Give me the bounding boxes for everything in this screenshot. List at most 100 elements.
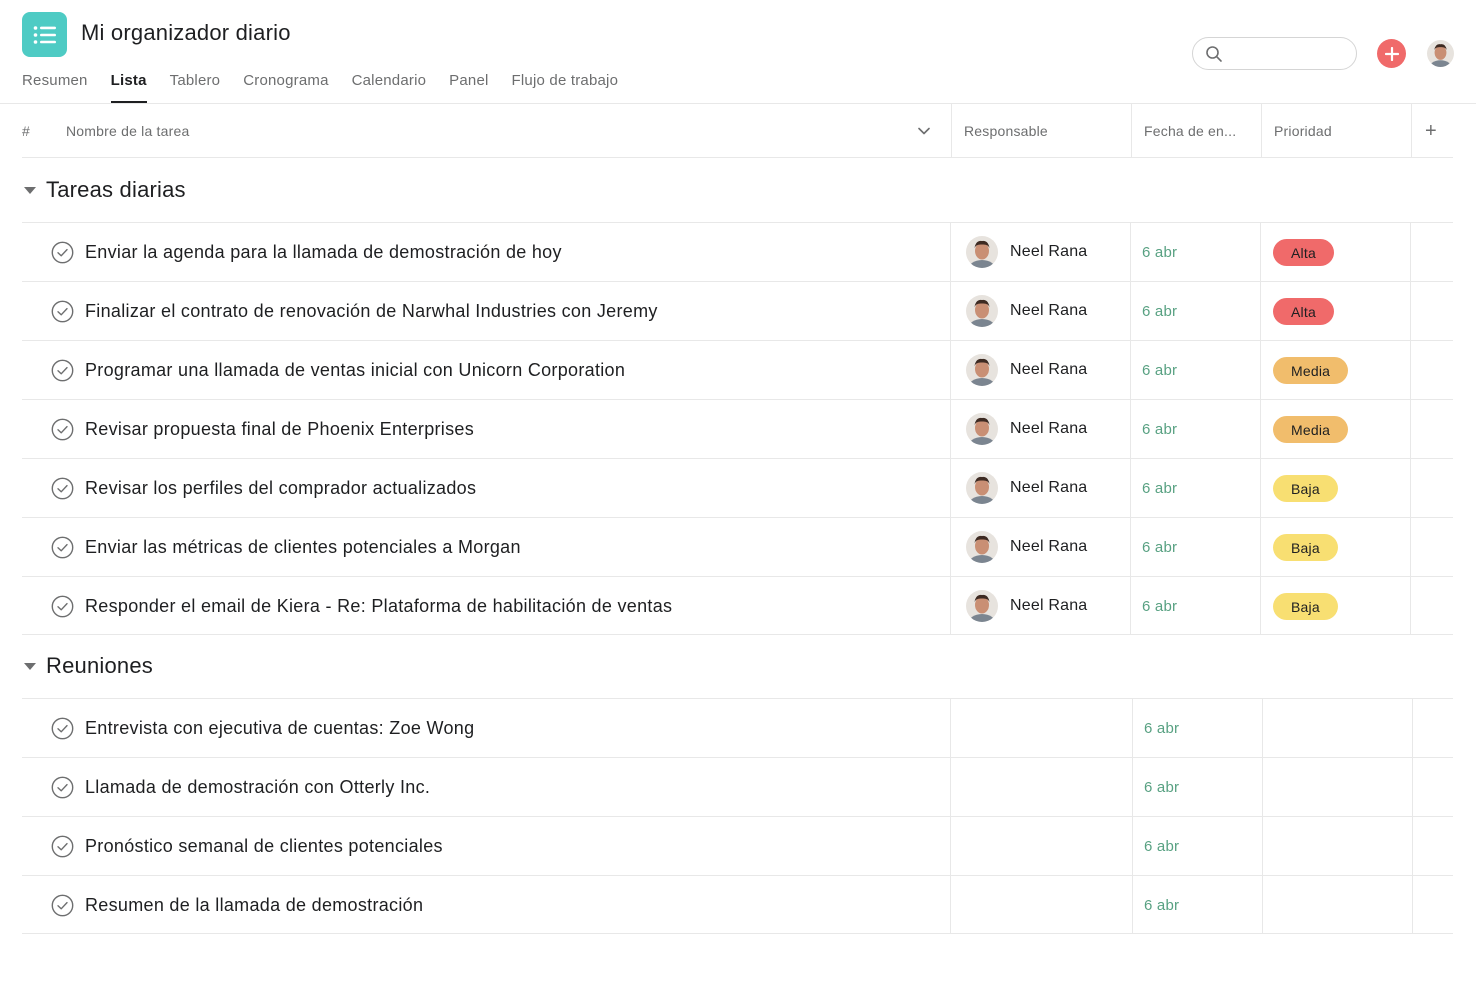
priority-badge[interactable]: Media <box>1273 357 1349 384</box>
add-button[interactable] <box>1377 39 1406 68</box>
due-date[interactable]: 6 abr <box>1144 876 1179 934</box>
assignee-cell[interactable]: Neel Rana <box>966 472 1087 504</box>
complete-check-icon[interactable] <box>51 359 74 382</box>
complete-check-icon[interactable] <box>51 894 74 917</box>
tab-resumen[interactable]: Resumen <box>22 64 88 104</box>
due-date[interactable]: 6 abr <box>1142 400 1177 458</box>
tab-calendario[interactable]: Calendario <box>352 64 427 104</box>
task-row[interactable]: Llamada de demostración con Otterly Inc.… <box>22 757 1453 816</box>
assignee-cell[interactable]: Neel Rana <box>966 354 1087 386</box>
column-task-name[interactable]: Nombre de la tarea <box>66 104 189 158</box>
tab-cronograma[interactable]: Cronograma <box>243 64 328 104</box>
assignee-cell[interactable]: Neel Rana <box>966 295 1087 327</box>
column-divider <box>1412 699 1413 757</box>
column-divider <box>950 817 951 875</box>
task-row[interactable]: Finalizar el contrato de renovación de N… <box>22 281 1453 340</box>
column-divider <box>1412 817 1413 875</box>
priority-badge[interactable]: Alta <box>1273 239 1334 266</box>
search-box[interactable] <box>1192 37 1357 70</box>
complete-check-icon[interactable] <box>51 536 74 559</box>
column-divider <box>1410 518 1411 576</box>
assignee-cell[interactable]: Neel Rana <box>966 413 1087 445</box>
section-header[interactable]: Tareas diarias <box>22 158 186 222</box>
task-name[interactable]: Revisar propuesta final de Phoenix Enter… <box>85 400 474 458</box>
complete-check-icon[interactable] <box>51 418 74 441</box>
task-row[interactable]: Enviar las métricas de clientes potencia… <box>22 517 1453 576</box>
due-date[interactable]: 6 abr <box>1142 459 1177 517</box>
task-name[interactable]: Resumen de la llamada de demostración <box>85 876 423 934</box>
complete-check-icon[interactable] <box>51 300 74 323</box>
assignee-cell[interactable]: Neel Rana <box>966 590 1087 622</box>
task-row[interactable]: Revisar propuesta final de Phoenix Enter… <box>22 399 1453 458</box>
task-name[interactable]: Pronóstico semanal de clientes potencial… <box>85 817 443 875</box>
column-priority[interactable]: Prioridad <box>1274 104 1332 158</box>
tab-lista[interactable]: Lista <box>110 64 147 104</box>
task-name[interactable]: Entrevista con ejecutiva de cuentas: Zoe… <box>85 699 474 757</box>
task-name[interactable]: Enviar las métricas de clientes potencia… <box>85 518 521 576</box>
column-due-date[interactable]: Fecha de en... <box>1144 104 1236 158</box>
user-avatar[interactable] <box>1427 40 1454 67</box>
column-divider <box>950 459 951 517</box>
complete-check-icon[interactable] <box>51 776 74 799</box>
column-divider <box>1130 223 1131 281</box>
priority-badge[interactable]: Baja <box>1273 593 1338 620</box>
project-title[interactable]: Mi organizador diario <box>81 20 291 46</box>
task-row[interactable]: Pronóstico semanal de clientes potencial… <box>22 816 1453 875</box>
avatar <box>966 590 998 622</box>
complete-check-icon[interactable] <box>51 835 74 858</box>
column-divider <box>1262 699 1263 757</box>
complete-check-icon[interactable] <box>51 241 74 264</box>
column-divider <box>1411 104 1412 158</box>
section-header[interactable]: Reuniones <box>22 634 153 698</box>
due-date[interactable]: 6 abr <box>1142 341 1177 399</box>
due-date[interactable]: 6 abr <box>1142 518 1177 576</box>
caret-down-icon[interactable] <box>24 186 36 194</box>
search-icon <box>1206 46 1222 62</box>
column-divider <box>951 104 952 158</box>
priority-badge[interactable]: Alta <box>1273 298 1334 325</box>
due-date[interactable]: 6 abr <box>1142 223 1177 281</box>
assignee-cell[interactable]: Neel Rana <box>966 236 1087 268</box>
column-divider <box>1130 459 1131 517</box>
task-name[interactable]: Programar una llamada de ventas inicial … <box>85 341 625 399</box>
column-divider <box>950 400 951 458</box>
due-date[interactable]: 6 abr <box>1142 577 1177 635</box>
task-name[interactable]: Revisar los perfiles del comprador actua… <box>85 459 476 517</box>
task-name[interactable]: Responder el email de Kiera - Re: Plataf… <box>85 577 672 635</box>
priority-badge[interactable]: Baja <box>1273 534 1338 561</box>
task-row[interactable]: Responder el email de Kiera - Re: Plataf… <box>22 576 1453 635</box>
column-divider <box>1260 223 1261 281</box>
task-name[interactable]: Llamada de demostración con Otterly Inc. <box>85 758 430 816</box>
priority-badge[interactable]: Baja <box>1273 475 1338 502</box>
complete-check-icon[interactable] <box>51 717 74 740</box>
due-date[interactable]: 6 abr <box>1144 817 1179 875</box>
due-date[interactable]: 6 abr <box>1142 282 1177 340</box>
task-row[interactable]: Programar una llamada de ventas inicial … <box>22 340 1453 399</box>
column-assignee[interactable]: Responsable <box>964 104 1048 158</box>
due-date[interactable]: 6 abr <box>1144 758 1179 816</box>
complete-check-icon[interactable] <box>51 595 74 618</box>
task-row[interactable]: Revisar los perfiles del comprador actua… <box>22 458 1453 517</box>
column-divider <box>1410 223 1411 281</box>
section-title: Reuniones <box>46 653 153 678</box>
assignee-cell[interactable]: Neel Rana <box>966 531 1087 563</box>
tab-panel[interactable]: Panel <box>449 64 488 104</box>
task-row[interactable]: Resumen de la llamada de demostración 6 a… <box>22 875 1453 934</box>
plus-icon <box>1384 46 1399 61</box>
task-name[interactable]: Finalizar el contrato de renovación de N… <box>85 282 658 340</box>
column-divider <box>1412 758 1413 816</box>
add-column-button[interactable]: + <box>1425 104 1437 158</box>
complete-check-icon[interactable] <box>51 477 74 500</box>
task-name[interactable]: Enviar la agenda para la llamada de demo… <box>85 223 562 281</box>
tab-flujo-de-trabajo[interactable]: Flujo de trabajo <box>512 64 619 104</box>
chevron-down-icon[interactable] <box>918 104 930 158</box>
task-row[interactable]: Entrevista con ejecutiva de cuentas: Zoe… <box>22 698 1453 757</box>
list-icon[interactable] <box>22 12 67 57</box>
column-divider <box>1410 459 1411 517</box>
task-row[interactable]: Enviar la agenda para la llamada de demo… <box>22 222 1453 281</box>
priority-badge[interactable]: Media <box>1273 416 1349 443</box>
caret-down-icon[interactable] <box>24 662 36 670</box>
search-input[interactable] <box>1229 43 1347 64</box>
due-date[interactable]: 6 abr <box>1144 699 1179 757</box>
tab-tablero[interactable]: Tablero <box>170 64 221 104</box>
